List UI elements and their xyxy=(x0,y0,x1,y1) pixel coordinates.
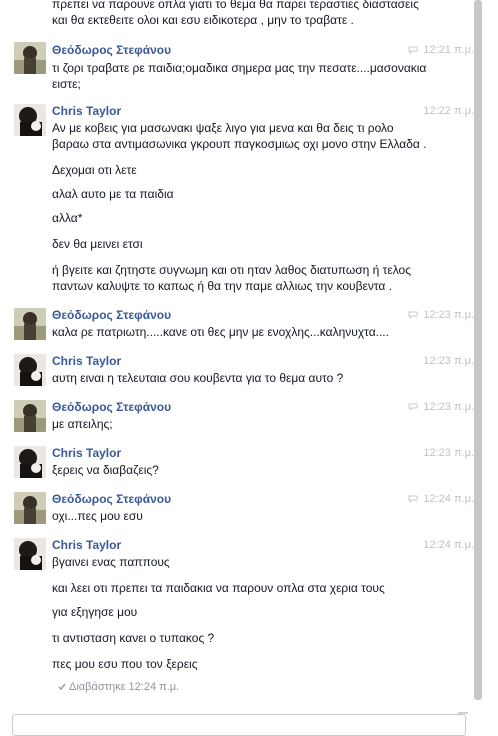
avatar-image xyxy=(14,104,46,136)
message-time: 12:23 π.μ. xyxy=(423,401,474,413)
avatar-chris[interactable] xyxy=(14,354,46,386)
message-line: τι αντισταση κανει ο τυπακος ? xyxy=(52,631,215,645)
message-composer-input[interactable] xyxy=(12,714,466,736)
avatar-image xyxy=(14,492,46,524)
window-edge xyxy=(484,0,498,722)
message-author[interactable]: Chris Taylor xyxy=(52,538,121,552)
message-author[interactable]: Θεόδωρος Στεφάνου xyxy=(52,308,171,322)
message-line: παντων καλυψτε το καπως ή θα την παμε αλ… xyxy=(52,279,393,293)
message-time: 12:22 π.μ. xyxy=(423,105,474,117)
scrollbar-thumb[interactable] xyxy=(474,0,482,700)
avatar-chris[interactable] xyxy=(14,538,46,570)
message-time: 12:23 π.μ. xyxy=(423,447,474,459)
timestamp-wrap: 12:24 π.μ. xyxy=(380,538,474,552)
message-line: για εξηγησε μου xyxy=(52,605,138,619)
seen-status: Διαβάστηκε 12:24 π.μ. xyxy=(58,680,179,694)
avatar-theodoros[interactable] xyxy=(14,492,46,524)
avatar-chris[interactable] xyxy=(14,446,46,478)
message-line: ξερεις να διαβαζεις? xyxy=(52,463,159,477)
message-time: 12:23 π.μ. xyxy=(423,309,474,321)
avatar-theodoros[interactable] xyxy=(14,308,46,340)
message-line: ή βγειτε και ζητηστε συγνωμη και οτι ητα… xyxy=(52,263,412,277)
timestamp-wrap: 12:23 π.μ. xyxy=(380,400,474,414)
message-line: Αν με κοβεις για μασωνακι ψαξε λιγο για … xyxy=(52,121,394,135)
message-line: ειστε; xyxy=(52,77,81,91)
message-line: αλλα* xyxy=(52,211,83,225)
check-icon xyxy=(58,683,66,691)
message-time: 12:23 π.μ. xyxy=(423,355,474,367)
message-line: τι ζορι τραβατε ρε παιδια;ομαδικα σημερα… xyxy=(52,61,427,75)
message-author[interactable]: Θεόδωρος Στεφάνου xyxy=(52,492,171,506)
message-line: καλα ρε πατριωτη.....κανε οτι θες μην με… xyxy=(52,325,389,339)
seen-status-text: Διαβάστηκε 12:24 π.μ. xyxy=(69,681,180,693)
timestamp-wrap: 12:23 π.μ. xyxy=(380,354,474,368)
message-line: με απειλης; xyxy=(52,417,113,431)
message-line: και λεει οτι πρεπει τα παιδακια να παρου… xyxy=(52,581,385,595)
message-line: βγαινει ενας παππους xyxy=(52,555,170,569)
chat-window: πρεπει να παρουνε οπλα γιατι το θεμα θα … xyxy=(0,0,498,736)
timestamp-wrap: 12:21 π.μ. xyxy=(380,43,474,57)
avatar-theodoros[interactable] xyxy=(14,400,46,432)
avatar-image xyxy=(14,354,46,386)
avatar-image xyxy=(14,42,46,74)
message-line: βαραω στα αντιμασωνικα γκρουπ παγκοσμιως… xyxy=(52,137,427,151)
avatar-theodoros[interactable] xyxy=(14,42,46,74)
message-author[interactable]: Chris Taylor xyxy=(52,446,121,460)
message-author[interactable]: Chris Taylor xyxy=(52,354,121,368)
message-time: 12:24 π.μ. xyxy=(423,493,474,505)
timestamp-wrap: 12:24 π.μ. xyxy=(380,492,474,506)
message-author[interactable]: Θεόδωρος Στεφάνου xyxy=(52,400,171,414)
message-time: 12:24 π.μ. xyxy=(423,539,474,551)
message-line: αλαλ αυτο με τα παιδια xyxy=(52,187,174,201)
timestamp-wrap: 12:23 π.μ. xyxy=(380,446,474,460)
timestamp-wrap: 12:22 π.μ. xyxy=(380,104,474,118)
resize-handle[interactable] xyxy=(458,712,468,724)
avatar-image xyxy=(14,446,46,478)
avatar-image xyxy=(14,538,46,570)
message-author[interactable]: Θεόδωρος Στεφάνου xyxy=(52,43,171,57)
message-line: και θα εκτεθειτε ολοι και εσυ ειδικοτερα… xyxy=(52,13,354,27)
message-line: Δεχομαι οτι λετε xyxy=(52,163,137,177)
message-time: 12:21 π.μ. xyxy=(423,44,474,56)
message-author[interactable]: Chris Taylor xyxy=(52,104,121,118)
message-line: αυτη ειναι η τελευταια σου κουβεντα για … xyxy=(52,371,344,385)
conversation-scroll-area[interactable]: πρεπει να παρουνε οπλα γιατι το θεμα θα … xyxy=(0,0,474,704)
message-line: δεν θα μεινει ετσι xyxy=(52,237,143,251)
avatar-image xyxy=(14,308,46,340)
avatar-chris[interactable] xyxy=(14,104,46,136)
message-line: πρεπει να παρουνε οπλα γιατι το θεμα θα … xyxy=(52,0,419,11)
timestamp-wrap: 12:23 π.μ. xyxy=(380,308,474,322)
message-line: οχι...πες μου εσυ xyxy=(52,509,143,523)
message-line: πες μου εσυ που τον ξερεις xyxy=(52,657,198,671)
avatar-image xyxy=(14,400,46,432)
